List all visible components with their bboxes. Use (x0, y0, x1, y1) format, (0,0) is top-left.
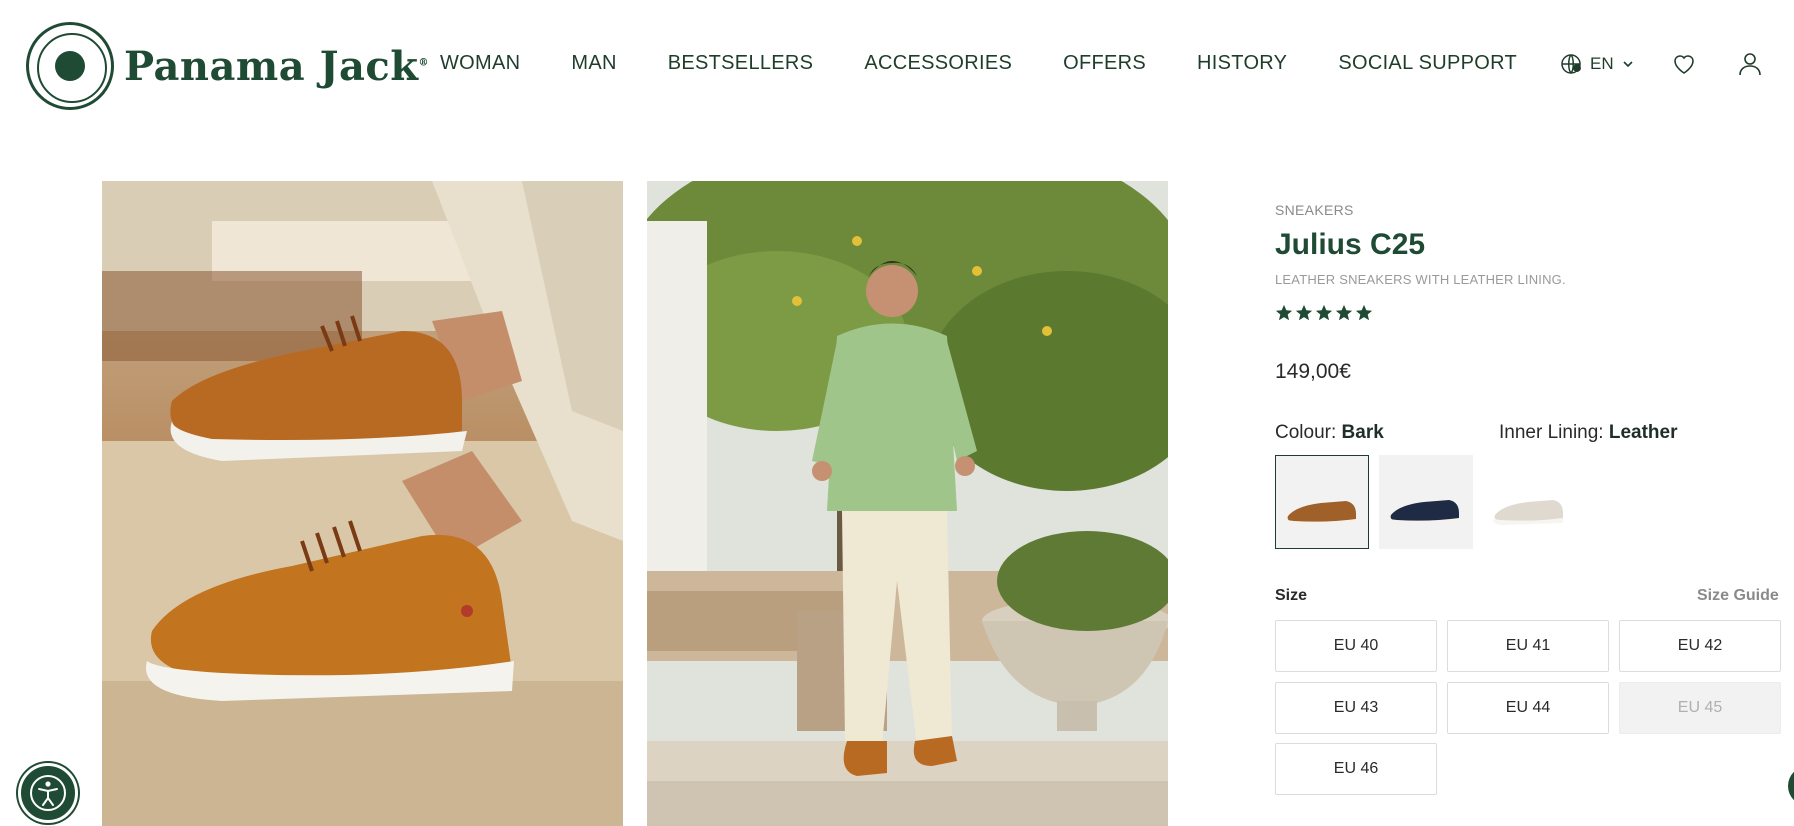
rating-stars[interactable] (1275, 304, 1373, 322)
lining-label: Inner Lining: (1499, 422, 1604, 443)
bark-shoe-thumbnail (1286, 501, 1356, 526)
nav-item-social-support[interactable]: SOCIAL SUPPORT (1338, 52, 1517, 75)
lining-selection: Inner Lining: Leather (1499, 422, 1678, 444)
star-icon (1295, 304, 1313, 321)
nav-item-offers[interactable]: OFFERS (1063, 52, 1146, 75)
colour-label: Colour: (1275, 422, 1337, 443)
star-icon (1355, 304, 1373, 321)
chevron-down-icon (1623, 61, 1633, 68)
header-tools: EN (1560, 50, 1794, 78)
user-icon[interactable] (1736, 50, 1764, 78)
product-description: LEATHER SNEAKERS WITH LEATHER LINING. (1275, 272, 1566, 287)
registered-mark: ® (418, 57, 430, 69)
heart-icon[interactable] (1670, 50, 1698, 78)
product-price: 149,00€ (1275, 360, 1351, 383)
swatch-bark[interactable] (1275, 455, 1369, 549)
nav-item-accessories[interactable]: ACCESSORIES (864, 52, 1012, 75)
lining-value: Leather (1608, 422, 1678, 443)
nav-item-history[interactable]: HISTORY (1197, 52, 1287, 75)
size-option-eu-46[interactable]: EU 46 (1275, 743, 1437, 795)
product-category[interactable]: SNEAKERS (1275, 202, 1354, 218)
main-nav: WOMAN MAN BESTSELLERS ACCESSORIES OFFERS… (440, 52, 1568, 75)
star-icon (1335, 304, 1353, 321)
ice-shoe-thumbnail (1493, 500, 1563, 525)
size-label: Size (1275, 587, 1308, 604)
colour-swatches (1275, 455, 1587, 549)
swatch-navy[interactable] (1379, 455, 1473, 549)
language-selector[interactable]: EN (1560, 52, 1634, 76)
size-option-eu-45: EU 45 (1619, 682, 1781, 734)
brand-seal-icon (26, 22, 114, 110)
navy-shoe-thumbnail (1389, 500, 1459, 525)
product-title: Julius C25 (1275, 228, 1426, 261)
nav-item-man[interactable]: MAN (571, 52, 616, 75)
size-option-eu-44[interactable]: EU 44 (1447, 682, 1609, 734)
size-option-eu-41[interactable]: EU 41 (1447, 620, 1609, 672)
nav-item-woman[interactable]: WOMAN (440, 52, 520, 75)
colour-value: Bark (1341, 422, 1384, 443)
size-guide-link[interactable]: Size Guide (1697, 587, 1779, 605)
star-icon (1315, 304, 1333, 321)
size-option-eu-43[interactable]: EU 43 (1275, 682, 1437, 734)
language-code: EN (1590, 54, 1614, 73)
colour-selection: Colour: Bark (1275, 422, 1384, 444)
product-image-lifestyle[interactable] (647, 181, 1168, 826)
size-option-eu-42[interactable]: EU 42 (1619, 620, 1781, 672)
nav-item-bestsellers[interactable]: BESTSELLERS (668, 52, 814, 75)
chat-widget-button[interactable] (1788, 766, 1794, 806)
brand-logo[interactable]: Panama Jack® (26, 22, 429, 110)
size-option-eu-40[interactable]: EU 40 (1275, 620, 1437, 672)
site-header: Panama Jack® WOMAN MAN BESTSELLERS ACCES… (0, 0, 1794, 130)
swatch-ice[interactable] (1483, 455, 1577, 549)
product-image-closeup[interactable] (102, 181, 623, 826)
accessibility-button[interactable] (18, 763, 78, 823)
globe-icon (1561, 54, 1581, 74)
accessibility-icon (30, 775, 66, 811)
brand-name: Panama Jack (124, 42, 419, 90)
star-icon (1275, 304, 1293, 321)
sneaker-closeup-photo (102, 181, 623, 826)
model-walking-photo (647, 181, 1168, 826)
